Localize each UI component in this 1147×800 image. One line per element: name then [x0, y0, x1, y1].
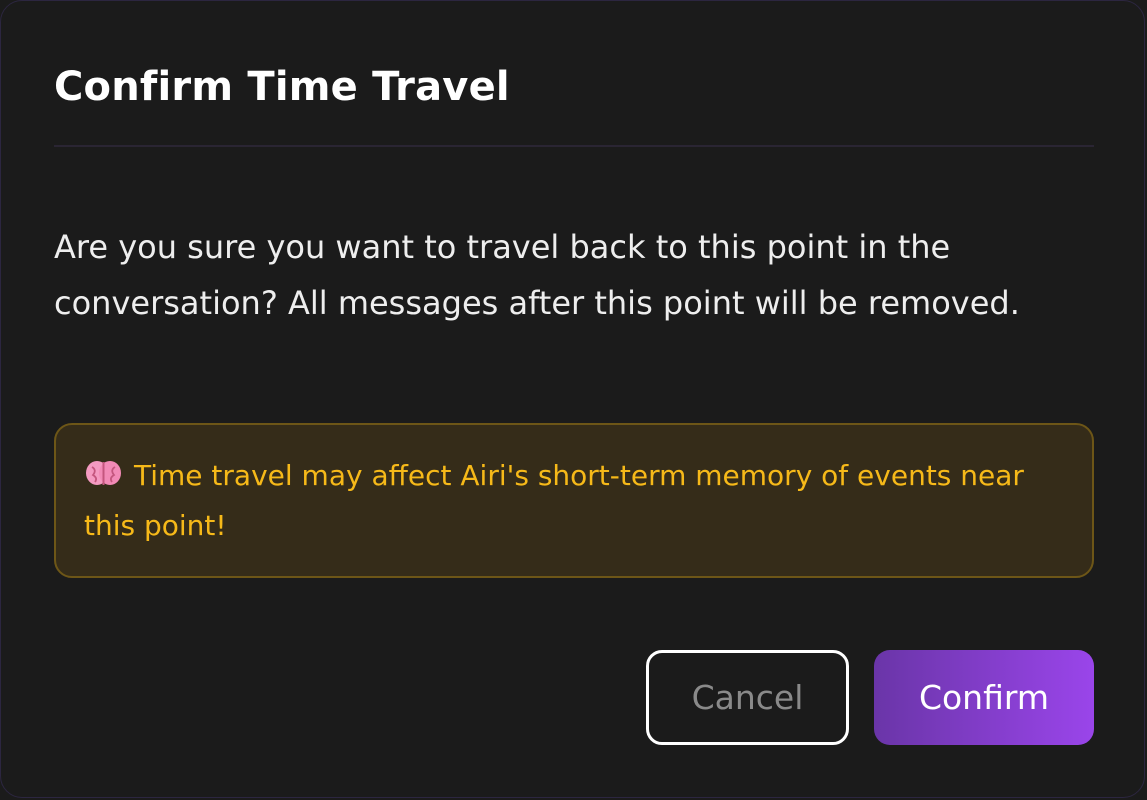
confirm-button[interactable]: Confirm	[874, 650, 1094, 745]
memory-warning-callout: Time travel may affect Airi's short-term…	[54, 423, 1094, 578]
warning-text: Time travel may affect Airi's short-term…	[84, 459, 1024, 542]
confirm-time-travel-dialog: Confirm Time Travel Are you sure you wan…	[0, 0, 1145, 798]
title-divider	[54, 145, 1094, 147]
brain-icon	[86, 461, 121, 485]
cancel-button[interactable]: Cancel	[646, 650, 849, 745]
dialog-title: Confirm Time Travel	[54, 64, 510, 110]
dialog-message: Are you sure you want to travel back to …	[54, 228, 1020, 322]
